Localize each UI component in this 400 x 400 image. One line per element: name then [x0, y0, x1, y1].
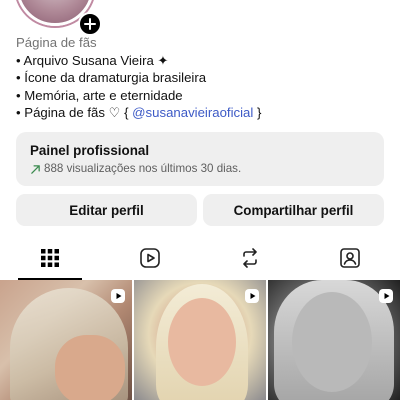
- bio-line: • Arquivo Susana Vieira ✦: [16, 52, 169, 68]
- tagged-icon: [340, 248, 360, 268]
- bio-line-fan-page: • Página de fãs ♡ { @susanavieiraoficial…: [16, 104, 384, 122]
- posts-grid: [0, 280, 400, 400]
- bio-line: • Memória, arte e eternidade: [16, 87, 183, 103]
- tab-reels[interactable]: [100, 236, 200, 280]
- profile-bio: Página de fãs • Arquivo Susana Vieira ✦ …: [16, 34, 384, 122]
- professional-dashboard-title: Painel profissional: [30, 143, 150, 158]
- post-thumbnail-detail: [168, 298, 236, 386]
- post-thumbnail-detail: [55, 335, 125, 400]
- tab-tagged[interactable]: [300, 236, 400, 280]
- bio-line-suffix: }: [253, 105, 262, 120]
- profile-actions: Editar perfil Compartilhar perfil: [16, 194, 384, 226]
- add-story-icon[interactable]: [78, 12, 102, 36]
- trend-up-icon: [31, 164, 40, 174]
- tab-reposts[interactable]: [200, 236, 300, 280]
- profile-category: Página de fãs: [16, 35, 97, 50]
- reel-indicator-icon: [111, 289, 125, 303]
- bio-line-prefix: • Página de fãs ♡ {: [16, 105, 133, 120]
- reel-indicator-icon: [379, 289, 393, 303]
- professional-dashboard-stats: 888 visualizações nos últimos 30 dias.: [30, 161, 370, 177]
- reel-indicator-icon: [245, 289, 259, 303]
- grid-icon: [41, 249, 59, 267]
- profile-content-tabs: [0, 236, 400, 280]
- tab-posts-grid[interactable]: [0, 236, 100, 280]
- reposts-icon: [243, 248, 257, 268]
- profile-avatar-container[interactable]: [16, 0, 102, 36]
- grid-item[interactable]: [268, 280, 400, 400]
- edit-profile-button[interactable]: Editar perfil: [16, 194, 197, 226]
- grid-item[interactable]: [134, 280, 266, 400]
- grid-item[interactable]: [0, 280, 132, 400]
- professional-dashboard-card[interactable]: Painel profissional 888 visualizações no…: [16, 132, 384, 186]
- bio-line: • Ícone da dramaturgia brasileira: [16, 70, 207, 85]
- views-count-text: 888 visualizações nos últimos 30 dias.: [44, 162, 242, 175]
- mention-link[interactable]: @susanavieiraoficial: [132, 105, 253, 120]
- post-thumbnail-detail: [292, 292, 372, 392]
- share-profile-button[interactable]: Compartilhar perfil: [203, 194, 384, 226]
- reels-icon: [140, 248, 160, 268]
